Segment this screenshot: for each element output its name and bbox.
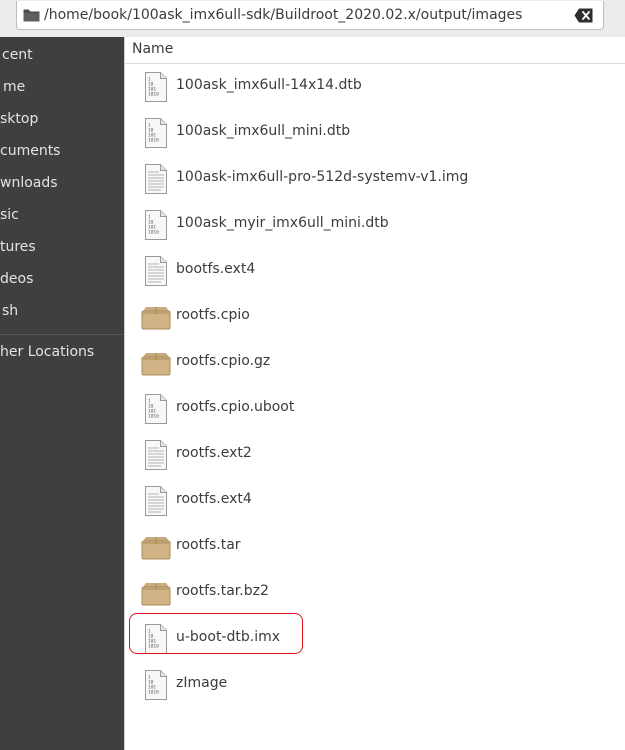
path-entry[interactable]: /home/book/100ask_imx6ull-sdk/Buildroot_…	[16, 1, 604, 30]
file-name: rootfs.tar	[176, 537, 241, 553]
binary-file-icon: 1 10 101 1010	[141, 72, 171, 102]
sidebar-item-label: cuments	[0, 143, 61, 159]
file-row[interactable]: 100ask-imx6ull-pro-512d-systemv-v1.img	[125, 156, 625, 202]
sidebar-item-label: tures	[0, 239, 36, 255]
sidebar-item-label: cent	[2, 47, 33, 63]
file-row[interactable]: 1 10 101 1010 100ask_myir_imx6ull_mini.dtb	[125, 202, 625, 248]
file-row[interactable]: rootfs.cpio	[125, 294, 625, 340]
svg-text:1010: 1010	[148, 414, 159, 420]
folder-icon	[23, 9, 40, 22]
archive-icon	[141, 532, 171, 562]
sidebar-item-other-locations[interactable]: her Locations	[0, 338, 124, 366]
sidebar-item-downloads[interactable]: wnloads	[0, 169, 124, 197]
sidebar-item-label: sic	[0, 207, 19, 223]
file-row[interactable]: rootfs.ext2	[125, 432, 625, 478]
text-file-icon	[141, 164, 171, 194]
file-row[interactable]: rootfs.ext4	[125, 478, 625, 524]
archive-icon	[141, 578, 171, 608]
file-row[interactable]: 1 10 101 1010 100ask_imx6ull_mini.dtb	[125, 110, 625, 156]
sidebar-item-label: deos	[0, 271, 34, 287]
text-file-icon	[141, 440, 171, 470]
file-name: rootfs.ext2	[176, 445, 252, 461]
sidebar-item-pictures[interactable]: tures	[0, 233, 124, 261]
binary-file-icon: 1 10 101 1010	[141, 118, 171, 148]
binary-file-icon: 1 10 101 1010	[141, 670, 171, 700]
file-row[interactable]: rootfs.cpio.gz	[125, 340, 625, 386]
file-name: 100ask-imx6ull-pro-512d-systemv-v1.img	[176, 169, 469, 185]
sidebar-item-trash[interactable]: sh	[0, 297, 124, 325]
text-file-icon	[141, 486, 171, 516]
sidebar: cent me sktop cuments wnloads sic tures …	[0, 37, 124, 750]
highlight-annotation	[129, 613, 303, 654]
text-file-icon	[141, 256, 171, 286]
column-header-name[interactable]: Name	[125, 37, 625, 64]
sidebar-item-label: sktop	[0, 111, 39, 127]
binary-file-icon: 1 10 101 1010	[141, 394, 171, 424]
file-row[interactable]: rootfs.tar.bz2	[125, 570, 625, 616]
file-row[interactable]: bootfs.ext4	[125, 248, 625, 294]
svg-text:1010: 1010	[148, 690, 159, 696]
sidebar-item-label: sh	[2, 303, 19, 319]
sidebar-item-music[interactable]: sic	[0, 201, 124, 229]
column-header-label: Name	[132, 41, 174, 57]
svg-text:1010: 1010	[148, 92, 159, 98]
file-name: rootfs.cpio	[176, 307, 250, 323]
sidebar-item-home[interactable]: me	[0, 73, 124, 101]
file-row[interactable]: rootfs.tar	[125, 524, 625, 570]
file-row[interactable]: 1 10 101 1010 zImage	[125, 662, 625, 708]
sidebar-divider	[0, 334, 124, 335]
file-row[interactable]: 1 10 101 1010 rootfs.cpio.uboot	[125, 386, 625, 432]
sidebar-item-label: wnloads	[0, 175, 58, 191]
sidebar-item-desktop[interactable]: sktop	[0, 105, 124, 133]
sidebar-item-documents[interactable]: cuments	[0, 137, 124, 165]
archive-icon	[141, 302, 171, 332]
file-name: rootfs.cpio.uboot	[176, 399, 295, 415]
sidebar-item-label: me	[3, 79, 26, 95]
svg-text:1010: 1010	[148, 230, 159, 236]
file-name: 100ask_myir_imx6ull_mini.dtb	[176, 215, 389, 231]
file-row[interactable]: 1 10 101 1010 100ask_imx6ull-14x14.dtb	[125, 64, 625, 110]
archive-icon	[141, 348, 171, 378]
clear-icon[interactable]	[574, 8, 593, 23]
file-name: rootfs.ext4	[176, 491, 252, 507]
file-name: rootfs.tar.bz2	[176, 583, 269, 599]
sidebar-item-videos[interactable]: deos	[0, 265, 124, 293]
svg-text:1010: 1010	[148, 138, 159, 144]
sidebar-item-recent[interactable]: cent	[0, 41, 124, 69]
file-name: rootfs.cpio.gz	[176, 353, 271, 369]
file-name: bootfs.ext4	[176, 261, 256, 277]
file-name: 100ask_imx6ull-14x14.dtb	[176, 77, 362, 93]
binary-file-icon: 1 10 101 1010	[141, 210, 171, 240]
sidebar-item-label: her Locations	[0, 344, 95, 360]
location-bar: /home/book/100ask_imx6ull-sdk/Buildroot_…	[0, 0, 625, 38]
file-name: zImage	[176, 675, 228, 691]
file-name: 100ask_imx6ull_mini.dtb	[176, 123, 351, 139]
path-text[interactable]: /home/book/100ask_imx6ull-sdk/Buildroot_…	[44, 7, 522, 23]
